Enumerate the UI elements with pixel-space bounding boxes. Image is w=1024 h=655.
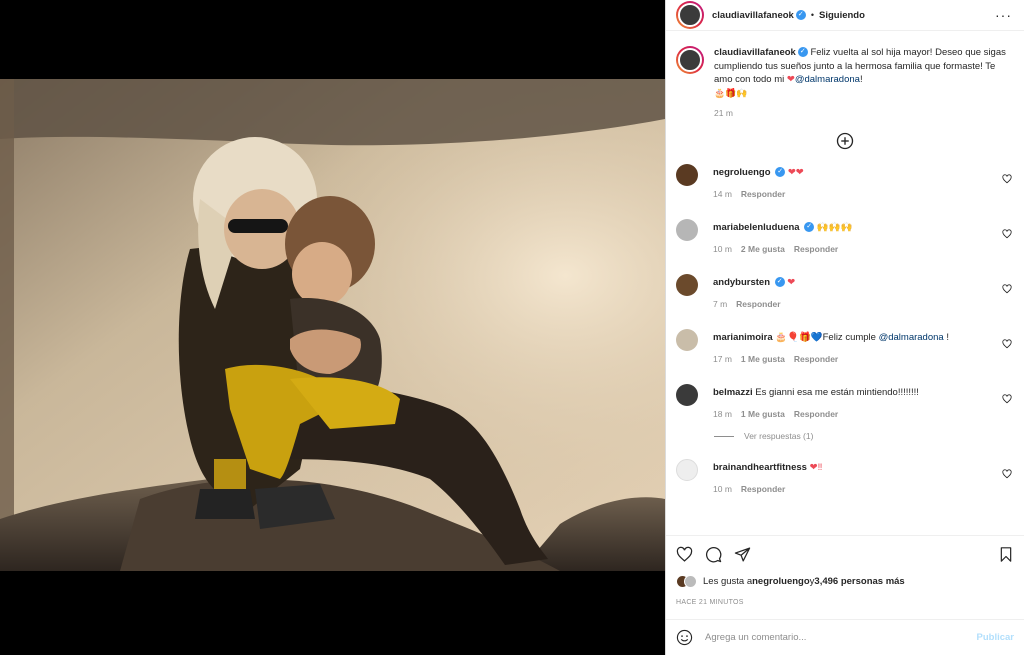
caption-time[interactable]: 21 m [714, 108, 1012, 118]
commenter-username[interactable]: andybursten [713, 277, 770, 288]
header-separator: • [810, 10, 814, 20]
post-timestamp[interactable]: HACE 21 MINUTOS [676, 599, 1014, 606]
verified-badge-icon: ✓ [775, 167, 786, 178]
reply-button[interactable]: Responder [741, 484, 785, 494]
comment-text: ❤ [787, 277, 796, 288]
comment-item: andybursten ✓ ❤ 7 m Responder [666, 274, 1024, 309]
comment-text: Es gianni esa me están mintiendo!!!!!!!! [755, 387, 919, 398]
add-comment-bar: Publicar [666, 619, 1024, 655]
plus-circle-icon[interactable] [836, 132, 854, 150]
comment-item: negroluengo ✓ ❤❤ 14 m Responder [666, 164, 1024, 199]
heart-emoji: ❤ [786, 74, 795, 85]
comment-tail: ! [943, 332, 949, 343]
verified-badge-icon: ✓ [774, 277, 785, 288]
comment-text: 🎂🎈🎁💙Feliz cumple [775, 332, 879, 343]
caption-emoji-line: 🎂🎁🙌 [714, 87, 748, 98]
commenter-username[interactable]: marianimoira [713, 332, 773, 343]
post-actions: Les gusta a negroluengo y 3,496 personas… [666, 535, 1024, 606]
bookmark-icon[interactable] [998, 546, 1014, 563]
caption-username[interactable]: claudiavillafaneok [714, 47, 796, 58]
comment-like-icon[interactable] [1002, 229, 1012, 239]
comment-text: 🙌🙌🙌 [816, 222, 853, 233]
caption-mention[interactable]: @dalmaradona [795, 74, 860, 85]
comment-item: marianimoira 🎂🎈🎁💙Feliz cumple @dalmarado… [666, 329, 1024, 364]
likes-summary: Les gusta a negroluengo y 3,496 personas… [676, 575, 1014, 588]
verified-badge-icon: ✓ [804, 222, 815, 233]
commenter-avatar[interactable] [676, 274, 698, 296]
likes-prefix: Les gusta a [703, 576, 753, 587]
post-media[interactable] [0, 0, 665, 655]
comment-input[interactable] [705, 632, 977, 643]
caption-avatar[interactable] [676, 46, 704, 74]
reply-button[interactable]: Responder [794, 354, 838, 364]
caption-tail: ! [859, 74, 863, 85]
comment-time[interactable]: 18 m [713, 409, 732, 419]
comment-likes[interactable]: 1 Me gusta [741, 354, 785, 364]
view-replies-button[interactable]: Ver respuestas (1) [714, 431, 1024, 441]
comment-text: ❤❤ [787, 167, 804, 178]
author-avatar[interactable] [676, 1, 704, 29]
comment-item: mariabelenluduena ✓ 🙌🙌🙌 10 m 2 Me gusta Re… [666, 219, 1024, 254]
verified-badge-icon: ✓ [797, 47, 808, 58]
reply-button[interactable]: Responder [741, 189, 785, 199]
comment-like-icon[interactable] [1002, 284, 1012, 294]
comment-item: belmazzi Es gianni esa me están mintiend… [666, 384, 1024, 419]
author-username[interactable]: claudiavillafaneok [712, 10, 794, 21]
commenter-avatar[interactable] [676, 164, 698, 186]
likes-user[interactable]: negroluengo [752, 576, 810, 587]
comment-likes[interactable]: 2 Me gusta [741, 244, 785, 254]
heart-icon[interactable] [676, 546, 693, 563]
commenter-avatar[interactable] [676, 459, 698, 481]
comment-likes[interactable]: 1 Me gusta [741, 409, 785, 419]
comment-item: brainandheartfitness ❤‼ 10 m Responder [666, 459, 1024, 494]
comment-time[interactable]: 10 m [713, 244, 732, 254]
comment-like-icon[interactable] [1002, 174, 1012, 184]
comment-like-icon[interactable] [1002, 339, 1012, 349]
post-photo [0, 79, 665, 571]
commenter-username[interactable]: brainandheartfitness [713, 462, 807, 473]
liker-avatar[interactable] [684, 575, 697, 588]
commenter-username[interactable]: mariabelenluduena [713, 222, 800, 233]
comment-like-icon[interactable] [1002, 469, 1012, 479]
comments-scroll-area[interactable]: claudiavillafaneok ✓ Feliz vuelta al sol … [666, 32, 1024, 534]
more-options-icon[interactable]: ··· [995, 8, 1012, 22]
caption: claudiavillafaneok ✓ Feliz vuelta al sol … [666, 32, 1024, 118]
commenter-avatar[interactable] [676, 219, 698, 241]
load-more-comments[interactable] [666, 132, 1024, 150]
comment-icon[interactable] [705, 546, 722, 563]
publish-button[interactable]: Publicar [977, 632, 1015, 643]
comment-mention[interactable]: @dalmaradona [879, 332, 944, 343]
likes-count[interactable]: 3,496 personas más [814, 576, 904, 587]
post-header: claudiavillafaneok ✓ • Siguiendo ··· [666, 0, 1024, 31]
reply-button[interactable]: Responder [794, 244, 838, 254]
comment-text: ❤‼ [809, 462, 823, 473]
comment-time[interactable]: 14 m [713, 189, 732, 199]
verified-badge-icon: ✓ [795, 10, 806, 20]
commenter-avatar[interactable] [676, 384, 698, 406]
comment-like-icon[interactable] [1002, 394, 1012, 404]
commenter-avatar[interactable] [676, 329, 698, 351]
replies-divider [714, 435, 734, 437]
view-replies-label[interactable]: Ver respuestas (1) [744, 431, 813, 441]
paper-plane-icon[interactable] [734, 546, 751, 563]
smiley-icon[interactable] [676, 629, 693, 646]
reply-button[interactable]: Responder [736, 299, 780, 309]
comment-time[interactable]: 17 m [713, 354, 732, 364]
commenter-username[interactable]: negroluengo [713, 167, 771, 178]
post-side-panel: claudiavillafaneok ✓ • Siguiendo ··· cla… [665, 0, 1024, 655]
commenter-username[interactable]: belmazzi [713, 387, 753, 398]
comment-time[interactable]: 7 m [713, 299, 727, 309]
comment-time[interactable]: 10 m [713, 484, 732, 494]
reply-button[interactable]: Responder [794, 409, 838, 419]
following-button[interactable]: Siguiendo [819, 10, 865, 21]
